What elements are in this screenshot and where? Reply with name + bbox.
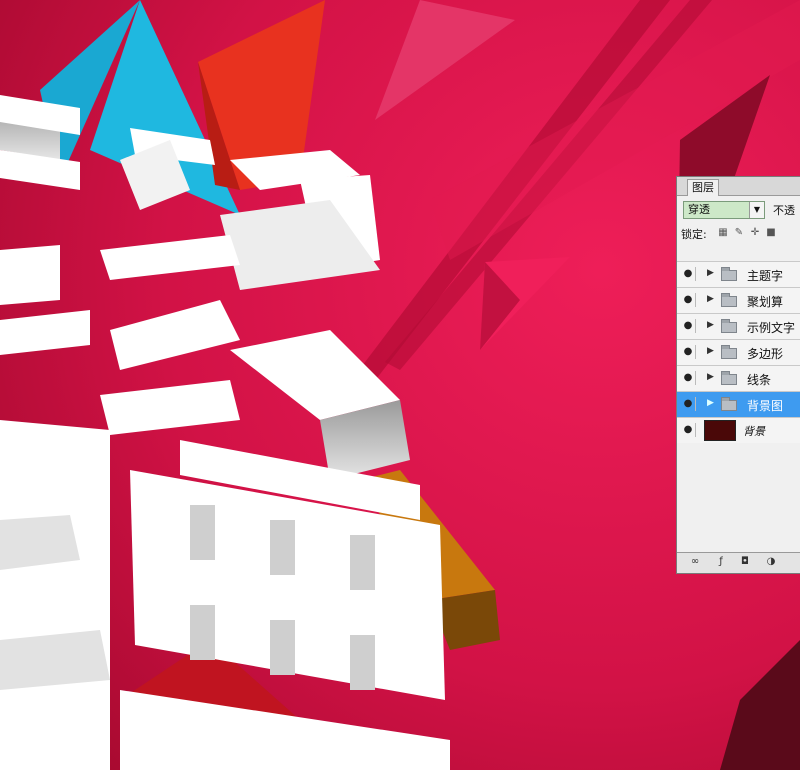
layer-name: 多边形 <box>747 347 784 361</box>
opacity-label: 不透 <box>773 204 795 217</box>
layer-group-row[interactable]: ● ▶ 线条 <box>677 365 800 391</box>
layer-group-row[interactable]: ● ▶ 示例文字 <box>677 313 800 339</box>
eye-icon[interactable]: ● <box>681 371 696 385</box>
eye-icon[interactable]: ● <box>681 345 696 359</box>
expand-arrow-icon[interactable]: ▶ <box>707 320 714 330</box>
layer-name: 背景 <box>743 425 765 438</box>
layer-name: 主题字 <box>747 269 784 283</box>
panel-tab-bar: 图层 <box>677 177 800 196</box>
layer-thumbnail <box>704 420 736 441</box>
layers-panel: 图层 穿透 ▼ 不透 锁定: ▦ ✎ ✛ ■ ● ▶ 主题字 ● ▶ 聚划算 ●… <box>676 176 800 574</box>
folder-icon <box>721 293 737 307</box>
eye-icon[interactable]: ● <box>681 319 696 333</box>
lock-brush-icon[interactable]: ✎ <box>733 227 745 239</box>
panel-bottom-bar: ∞ ƒ ◘ ◑ <box>677 552 800 573</box>
expand-arrow-icon[interactable]: ▶ <box>707 294 714 304</box>
layer-name: 背景图 <box>747 399 784 413</box>
lock-move-icon[interactable]: ✛ <box>749 227 761 239</box>
eye-icon[interactable]: ● <box>681 397 696 411</box>
lock-label: 锁定: <box>681 228 707 241</box>
eye-icon[interactable]: ● <box>681 293 696 307</box>
layer-name: 示例文字 <box>747 321 796 335</box>
layer-group-row[interactable]: ● ▶ 聚划算 <box>677 287 800 313</box>
layer-group-row[interactable]: ● ▶ 主题字 <box>677 261 800 287</box>
lock-row: 锁定: ▦ ✎ ✛ ■ <box>677 225 800 241</box>
link-icon[interactable]: ∞ <box>687 555 703 569</box>
layer-image-row[interactable]: ● 背景 <box>677 417 800 443</box>
eye-icon[interactable]: ● <box>681 267 696 281</box>
expand-arrow-icon[interactable]: ▶ <box>707 398 714 408</box>
layer-name: 聚划算 <box>747 295 784 309</box>
blend-row: 穿透 ▼ 不透 <box>677 199 800 221</box>
fx-icon[interactable]: ƒ <box>713 555 729 569</box>
layer-name: 线条 <box>747 373 772 387</box>
blend-mode-value: 穿透 <box>688 203 710 216</box>
folder-icon <box>721 319 737 333</box>
tab-layers[interactable]: 图层 <box>687 179 719 196</box>
expand-arrow-icon[interactable]: ▶ <box>707 372 714 382</box>
eye-icon[interactable]: ● <box>681 423 696 437</box>
layer-list: ● ▶ 主题字 ● ▶ 聚划算 ● ▶ 示例文字 ● ▶ 多边形 ● ▶ 线条 <box>677 261 800 443</box>
layer-group-row[interactable]: ● ▶ 多边形 <box>677 339 800 365</box>
lock-all-icon[interactable]: ■ <box>765 227 777 239</box>
blend-mode-select[interactable]: 穿透 ▼ <box>683 201 765 219</box>
folder-icon <box>721 267 737 281</box>
folder-icon <box>721 345 737 359</box>
folder-icon <box>721 371 737 385</box>
chevron-down-icon[interactable]: ▼ <box>749 202 764 218</box>
expand-arrow-icon[interactable]: ▶ <box>707 268 714 278</box>
adjustment-icon[interactable]: ◑ <box>763 555 779 569</box>
folder-icon <box>721 397 737 411</box>
expand-arrow-icon[interactable]: ▶ <box>707 346 714 356</box>
mask-icon[interactable]: ◘ <box>737 555 753 569</box>
lock-transparency-icon[interactable]: ▦ <box>717 227 729 239</box>
layer-group-row-selected[interactable]: ● ▶ 背景图 <box>677 391 800 417</box>
